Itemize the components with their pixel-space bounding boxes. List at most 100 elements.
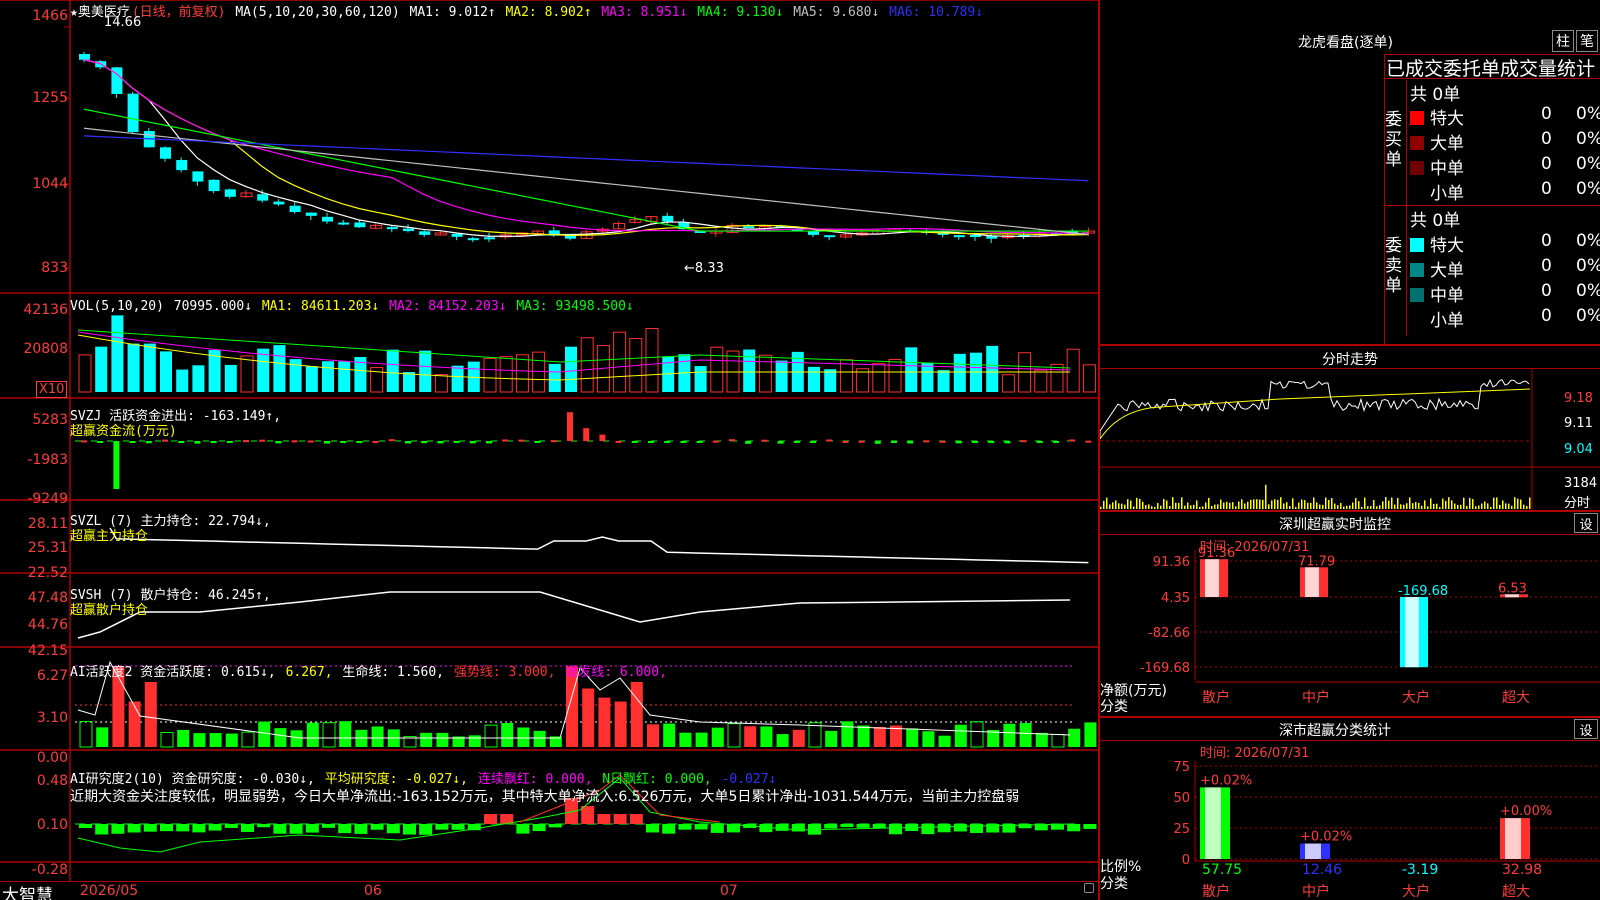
activity-bar [420,732,433,747]
color-swatch [1410,161,1424,175]
activity-bar [582,688,595,747]
sz-stat-chart[interactable]: 75 50 25 0 +0.02% 57.75 +0.02% 12.46 -3.19 +0.00%… [1100,741,1600,900]
candle-body [224,189,236,197]
ai1-item: 爆发线: 6.000, [565,665,667,680]
lock-icon[interactable] [1084,883,1094,893]
sell-row: 大单 [1410,256,1464,281]
candle-body [208,179,220,192]
research-bar [289,824,303,834]
intraday-vol-bar [1391,497,1393,509]
research-bar [484,814,497,824]
monitor-category: 大户 [1402,689,1430,706]
pen-mode-button[interactable]: 笔 [1576,30,1598,52]
intraday-vol-bar [1403,504,1405,509]
chart-mode[interactable]: (日线，前复权) [132,5,226,20]
research-bar [1083,824,1097,829]
ma-label: MA(5,10,20,30,60,120) [235,5,400,20]
stat-tick: 0 [1182,853,1190,868]
research-bar [646,824,659,833]
activity-bar [744,726,757,747]
activity-bar [1019,723,1032,747]
intraday-vol-bar [1400,504,1402,509]
fund-flow-bar [226,441,233,443]
color-swatch [1410,111,1424,125]
intraday-vol-bar [1439,506,1441,509]
intraday-vol-bar [1307,502,1309,509]
research-bar [208,824,222,831]
fund-flow-bar [405,441,411,444]
intraday-vol-bar [1322,504,1324,509]
intraday-avg-line [1100,388,1531,440]
candle-body [79,54,90,60]
sz-stat-settings-button[interactable]: 设 [1574,719,1598,739]
intraday-vol-bar [1394,504,1396,509]
intraday-vol-bar [1133,506,1135,509]
vol-unit-badge: X10 [36,381,68,398]
fund-flow-bar [259,439,266,442]
fund-flow-bar [955,441,962,444]
fund-flow-bar [113,441,120,489]
fund-flow-bar [793,441,800,443]
volume-bar [386,349,399,392]
intraday-chart[interactable] [1100,369,1600,511]
svzj-tick: -1983 [27,452,68,468]
intraday-vol-bar [1328,499,1330,509]
fund-flow-bar [421,441,428,444]
intraday-vol-bar [1163,498,1165,509]
ma6-line [83,135,1089,182]
intraday-vol-bar [1316,502,1318,509]
intraday-vol-bar [1256,499,1258,509]
sell-row: 特大 [1410,231,1464,256]
vol-tick: 20808 [23,341,68,357]
buy-row-pct: 0% [1576,154,1600,174]
intraday-vol-bar [1526,506,1528,509]
intraday-vol-bar [1292,498,1294,509]
research-bar [921,824,935,835]
activity-bar [306,722,319,747]
intraday-vol-bar [1490,506,1492,509]
research-bar [581,806,595,824]
intraday-vol-bar [1376,506,1378,509]
fund-flow-bar [567,412,573,441]
activity-bar [938,735,951,747]
research-bar [273,824,287,834]
intraday-vol-bar [1139,498,1141,509]
activity-bar [322,722,336,748]
activity-bar [727,723,741,748]
stat-bar-label: +0.00% [1500,804,1552,819]
stat-tick: 25 [1173,822,1190,837]
bar-mode-button[interactable]: 柱 [1552,30,1574,52]
activity-bar [1003,723,1016,747]
activity-bar [760,726,773,747]
research-bar [662,824,676,834]
main-chart-canvas[interactable] [0,0,1100,900]
candle-body [289,205,301,213]
intraday-vol-bar [1118,503,1120,509]
intraday-vol-bar [1208,497,1210,509]
volume-bar [305,366,318,392]
lhkp-tabs[interactable]: 已成交委托单成交量统计 [1386,54,1600,81]
intraday-vol-bar [1211,505,1213,509]
candle-body [743,226,755,229]
activity-bar [533,730,546,747]
intraday-vol-bar [1349,505,1351,509]
candle-body [419,231,431,235]
volume-bar [95,346,108,392]
intraday-vol-bar [1415,502,1417,509]
intraday-vol-bar [1370,505,1372,509]
intraday-vol-bar [1271,500,1273,509]
stat-bottom-value: -3.19 [1402,862,1438,878]
sell-row-label: 中单 [1430,286,1464,306]
sell-row: 小单 [1410,306,1464,331]
fund-flow-bar [696,441,703,443]
svzl-sub: 超赢主力持仓 [70,529,149,544]
intraday-vol-bar [1379,505,1381,509]
candle-body [824,235,836,238]
volume-bar [143,343,156,392]
stat-category: 超大 [1502,884,1530,900]
research-bar [403,824,416,835]
sz-monitor-settings-button[interactable]: 设 [1574,513,1598,533]
intraday-vol-bar [1241,499,1243,509]
fund-flow-bar [534,441,541,443]
sz-monitor-chart[interactable]: 91.36 4.35 -82.66 -169.68 91.36 71.79 -169.68 6… [1100,535,1600,715]
